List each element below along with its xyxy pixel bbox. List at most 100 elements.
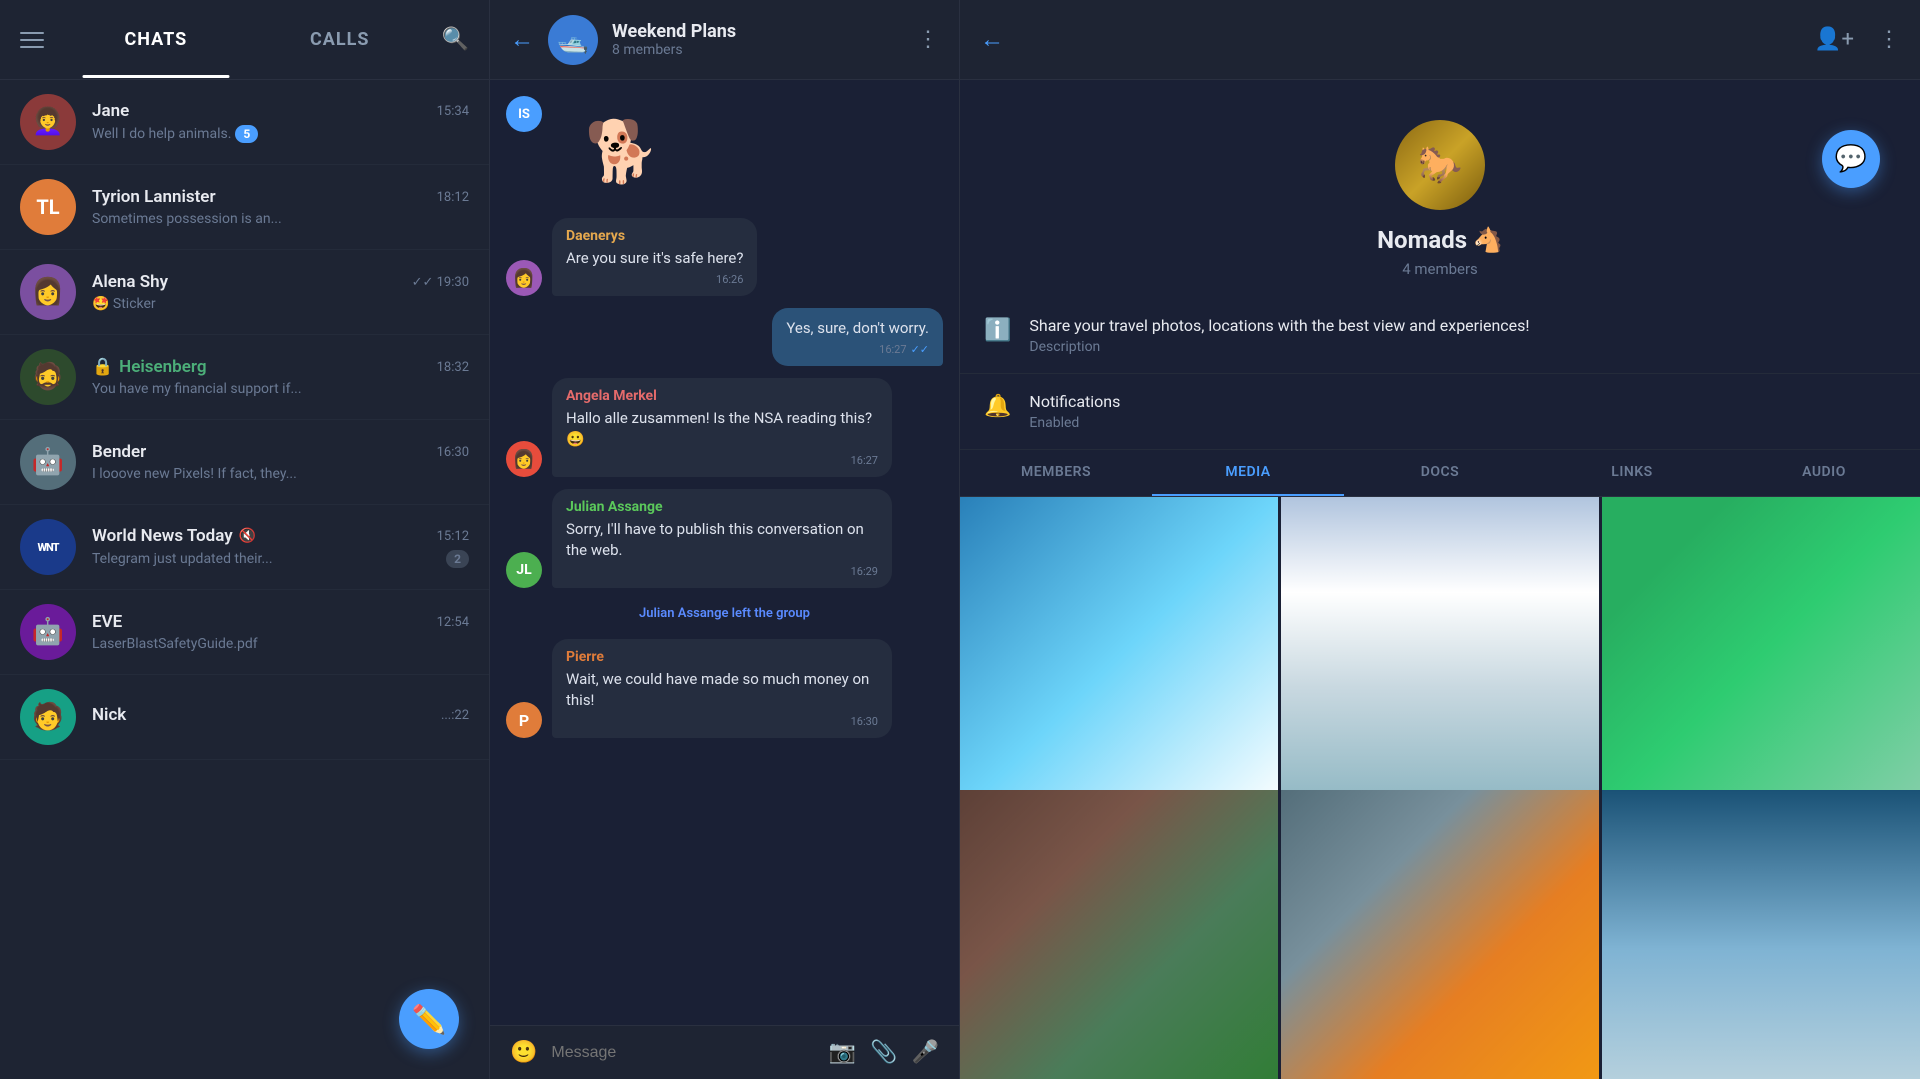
- tab-media[interactable]: MEDIA: [1152, 450, 1344, 496]
- left-header: CHATS CALLS 🔍: [0, 0, 489, 80]
- avatar: P: [506, 702, 542, 738]
- left-panel: CHATS CALLS 🔍 👩‍🦱 Jane 15:34 Well I do h…: [0, 0, 490, 1079]
- bell-icon: 🔔: [984, 394, 1011, 419]
- camera-icon[interactable]: 📷: [829, 1040, 856, 1065]
- middle-panel: ← 🛥️ Weekend Plans 8 members ⋮ IS 🐕 👩 Da…: [490, 0, 960, 1079]
- media-tabs: MEMBERS MEDIA DOCS LINKS AUDIO: [960, 450, 1920, 497]
- chat-preview: LaserBlastSafetyGuide.pdf: [92, 636, 469, 652]
- more-options-icon[interactable]: ⋮: [1878, 27, 1900, 52]
- message-fab[interactable]: 💬: [1822, 130, 1880, 188]
- list-item[interactable]: 🧔 🔒 Heisenberg 18:32 You have my financi…: [0, 335, 489, 420]
- chat-preview: I looove new Pixels! If fact, they...: [92, 466, 469, 482]
- list-item[interactable]: WNT World News Today 🔇 15:12 Telegram ju…: [0, 505, 489, 590]
- chat-header-name: Weekend Plans: [612, 21, 903, 42]
- emoji-icon[interactable]: 🙂: [510, 1040, 537, 1065]
- unread-badge: 5: [235, 125, 258, 143]
- description-text: Share your travel photos, locations with…: [1029, 316, 1529, 335]
- list-item[interactable]: 🤖 Bender 16:30 I looove new Pixels! If f…: [0, 420, 489, 505]
- message-text: Hallo alle zusammen! Is the NSA reading …: [566, 408, 878, 450]
- more-options-button[interactable]: ⋮: [917, 27, 939, 52]
- description-row: ℹ️ Share your travel photos, locations w…: [960, 298, 1920, 374]
- chat-preview: Well I do help animals. 5: [92, 125, 469, 143]
- add-member-icon[interactable]: 👤+: [1814, 27, 1854, 52]
- chat-name: World News Today 🔇: [92, 526, 256, 546]
- avatar: IS: [506, 96, 542, 132]
- chat-time: 18:12: [437, 190, 469, 205]
- group-name: Nomads 🐴: [1377, 226, 1503, 254]
- chat-preview: You have my financial support if...: [92, 381, 469, 397]
- group-members: 4 members: [1402, 260, 1478, 278]
- attach-icon[interactable]: 📎: [870, 1040, 897, 1065]
- right-header: ← 👤+ ⋮: [960, 0, 1920, 80]
- avatar: 👩: [506, 441, 542, 477]
- right-panel: ← 👤+ ⋮ 🐎 Nomads 🐴 4 members 💬 ℹ️ Share y…: [960, 0, 1920, 1079]
- list-item[interactable]: 🧑 Nick ...:22: [0, 675, 489, 760]
- chat-time: 15:12: [437, 529, 469, 544]
- message-time: 16:27: [566, 454, 878, 467]
- list-item[interactable]: 👩 Alena Shy ✓✓ 19:30 🤩 Sticker: [0, 250, 489, 335]
- message-text: Sorry, I'll have to publish this convers…: [566, 519, 878, 561]
- list-item[interactable]: TL Tyrion Lannister 18:12 Sometimes poss…: [0, 165, 489, 250]
- tab-chats[interactable]: CHATS: [64, 19, 248, 60]
- list-item[interactable]: 🤖 EVE 12:54 LaserBlastSafetyGuide.pdf: [0, 590, 489, 675]
- compose-button[interactable]: ✏️: [399, 989, 459, 1049]
- microphone-icon[interactable]: 🎤: [912, 1040, 939, 1065]
- avatar: TL: [20, 179, 76, 235]
- notifications-status: Enabled: [1029, 415, 1120, 431]
- chat-preview: Sometimes possession is an...: [92, 211, 469, 227]
- chat-header-sub: 8 members: [612, 42, 903, 58]
- chat-time: ✓✓ 19:30: [412, 275, 469, 290]
- messages-area: IS 🐕 👩 Daenerys Are you sure it's safe h…: [490, 80, 959, 1025]
- avatar: 🤖: [20, 434, 76, 490]
- media-grid: [960, 497, 1920, 1079]
- search-icon[interactable]: 🔍: [442, 27, 469, 52]
- menu-icon[interactable]: [20, 32, 44, 48]
- media-item[interactable]: [1602, 497, 1920, 815]
- tab-members[interactable]: MEMBERS: [960, 450, 1152, 496]
- chat-name: Tyrion Lannister: [92, 187, 216, 207]
- sender-name: Daenerys: [566, 228, 743, 244]
- message-bubble: Pierre Wait, we could have made so much …: [552, 639, 892, 738]
- media-item[interactable]: [960, 790, 1278, 1079]
- header-actions: 👤+ ⋮: [1814, 27, 1900, 52]
- media-item[interactable]: [1281, 497, 1599, 815]
- message-time: 16:29: [566, 565, 878, 578]
- table-row: 👩 Daenerys Are you sure it's safe here? …: [506, 218, 943, 296]
- group-info-section: 🐎 Nomads 🐴 4 members 💬: [960, 80, 1920, 298]
- chat-name: Bender: [92, 442, 146, 462]
- message-input[interactable]: [551, 1044, 814, 1062]
- chat-time: ...:22: [441, 708, 469, 723]
- back-button[interactable]: ←: [510, 25, 534, 54]
- chat-time: 12:54: [437, 615, 469, 630]
- back-button[interactable]: ←: [980, 25, 1004, 54]
- system-message: Julian Assange left the group: [506, 600, 943, 627]
- message-bubble: Daenerys Are you sure it's safe here? 16…: [552, 218, 757, 296]
- notifications-row[interactable]: 🔔 Notifications Enabled: [960, 374, 1920, 450]
- tab-audio[interactable]: AUDIO: [1728, 450, 1920, 496]
- message-time: 16:26: [566, 273, 743, 286]
- message-text: Are you sure it's safe here?: [566, 248, 743, 269]
- message-text: Wait, we could have made so much money o…: [566, 669, 878, 711]
- avatar: 👩‍🦱: [20, 94, 76, 150]
- sender-name: Angela Merkel: [566, 388, 878, 404]
- chat-time: 16:30: [437, 445, 469, 460]
- message-time: 16:27 ✓✓: [786, 343, 929, 356]
- tab-links[interactable]: LINKS: [1536, 450, 1728, 496]
- media-item[interactable]: [960, 497, 1278, 815]
- avatar: 👩: [506, 260, 542, 296]
- table-row: P Pierre Wait, we could have made so muc…: [506, 639, 943, 738]
- chat-list: 👩‍🦱 Jane 15:34 Well I do help animals. 5…: [0, 80, 489, 1079]
- table-row: Yes, sure, don't worry. 16:27 ✓✓: [506, 308, 943, 366]
- chat-time: 15:34: [437, 104, 469, 119]
- notifications-title: Notifications: [1029, 392, 1120, 411]
- avatar: 🧑: [20, 689, 76, 745]
- media-item[interactable]: [1602, 790, 1920, 1079]
- list-item[interactable]: 👩‍🦱 Jane 15:34 Well I do help animals. 5: [0, 80, 489, 165]
- media-item[interactable]: [1281, 790, 1599, 1079]
- avatar: WNT: [20, 519, 76, 575]
- message-bubble: Julian Assange Sorry, I'll have to publi…: [552, 489, 892, 588]
- tab-calls[interactable]: CALLS: [248, 19, 432, 60]
- tab-docs[interactable]: DOCS: [1344, 450, 1536, 496]
- table-row: JL Julian Assange Sorry, I'll have to pu…: [506, 489, 943, 588]
- chat-preview: Telegram just updated their... 2: [92, 550, 469, 568]
